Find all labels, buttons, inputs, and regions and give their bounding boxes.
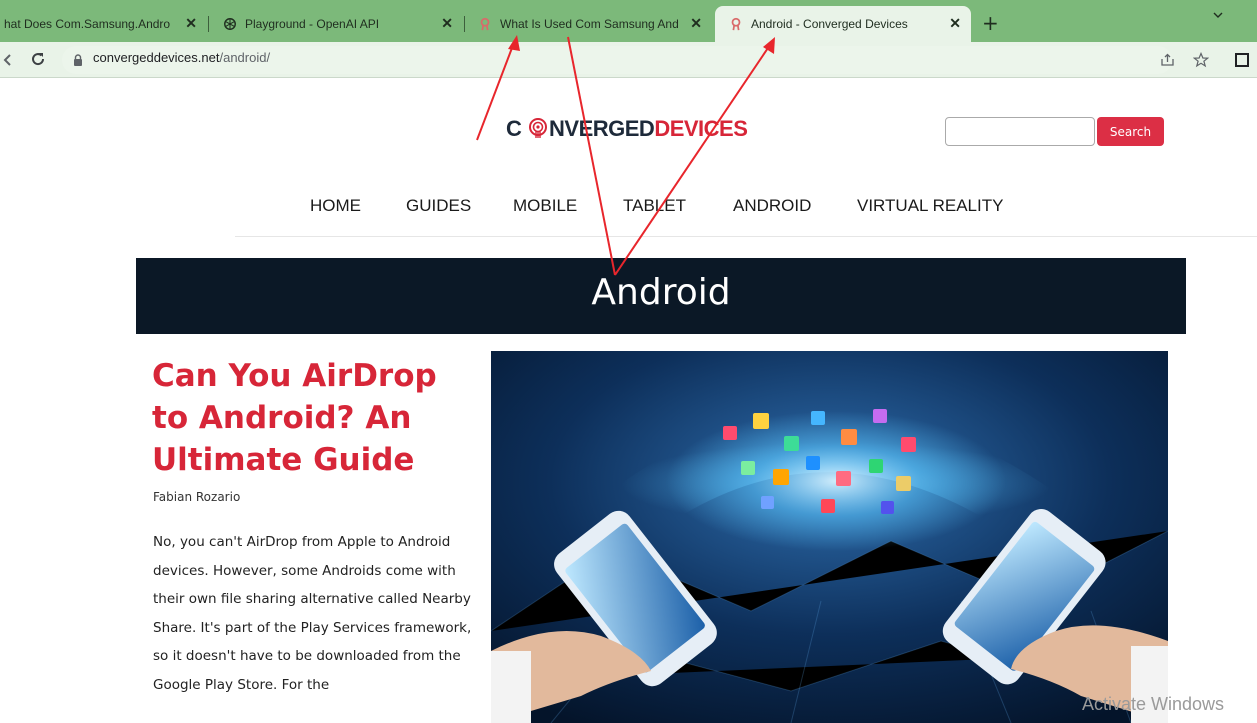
tab-strip: hat Does Com.Samsung.Andro ✕ Playground …: [0, 0, 1257, 42]
tab-title: hat Does Com.Samsung.Andro: [4, 17, 171, 31]
nav-android[interactable]: ANDROID: [733, 196, 811, 216]
tab-3[interactable]: What Is Used Com Samsung And ✕: [466, 6, 712, 42]
nav-mobile[interactable]: MOBILE: [513, 196, 577, 216]
share-icon[interactable]: [1160, 53, 1176, 67]
search-button[interactable]: Search: [1097, 117, 1164, 146]
nav-home[interactable]: HOME: [310, 196, 361, 216]
reload-icon[interactable]: [30, 51, 46, 67]
close-icon[interactable]: ✕: [690, 15, 702, 32]
article-title-link[interactable]: Can You AirDrop to Android? An Ultimate …: [152, 355, 472, 481]
logo-text-converged: NVERGED: [549, 116, 655, 141]
logo-signal-icon: [529, 118, 548, 138]
logo-text-devices: DEVICES: [654, 116, 748, 141]
star-icon[interactable]: [1193, 52, 1209, 68]
url-host: convergeddevices.net: [93, 50, 220, 65]
close-icon[interactable]: ✕: [185, 15, 197, 32]
tab-1[interactable]: hat Does Com.Samsung.Andro ✕: [0, 6, 209, 42]
lock-icon[interactable]: [73, 54, 83, 66]
windows-activation-watermark: Activate Windows: [1082, 694, 1225, 714]
header-divider: [235, 236, 1257, 237]
category-banner: Android: [136, 258, 1186, 334]
tab-title: Playground - OpenAI API: [245, 17, 380, 31]
tab-separator: [464, 16, 465, 32]
tab-2[interactable]: Playground - OpenAI API ✕: [209, 6, 465, 42]
back-arrow-icon[interactable]: [2, 53, 12, 67]
nav-guides[interactable]: GUIDES: [406, 196, 471, 216]
tab-title: What Is Used Com Samsung And: [500, 17, 679, 31]
nav-tablet[interactable]: TABLET: [623, 196, 686, 216]
tab-title: Android - Converged Devices: [751, 17, 908, 31]
chevron-down-icon[interactable]: [1212, 9, 1224, 21]
nav-virtual-reality[interactable]: VIRTUAL REALITY: [857, 196, 1003, 216]
page-title: Android: [591, 272, 731, 313]
side-panel-icon[interactable]: [1234, 52, 1250, 68]
site-favicon-icon: [731, 17, 741, 31]
url-path: /android/: [219, 50, 271, 65]
url-text[interactable]: convergeddevices.net/android/: [93, 50, 270, 65]
logo-letter-c: C: [506, 116, 522, 141]
site-favicon-icon: [480, 17, 490, 31]
new-tab-button[interactable]: +: [982, 11, 999, 35]
article-excerpt: No, you can't AirDrop from Apple to Andr…: [153, 534, 472, 693]
close-icon[interactable]: ✕: [441, 15, 453, 32]
tab-4-active[interactable]: Android - Converged Devices ✕: [715, 6, 971, 42]
search-input[interactable]: [945, 117, 1095, 146]
article-hero-image[interactable]: [491, 351, 1168, 723]
site-logo[interactable]: C NVERGEDDEVICES: [506, 116, 748, 142]
close-icon[interactable]: ✕: [949, 15, 961, 32]
article-author[interactable]: Fabian Rozario: [153, 490, 240, 504]
openai-icon: [224, 18, 236, 30]
